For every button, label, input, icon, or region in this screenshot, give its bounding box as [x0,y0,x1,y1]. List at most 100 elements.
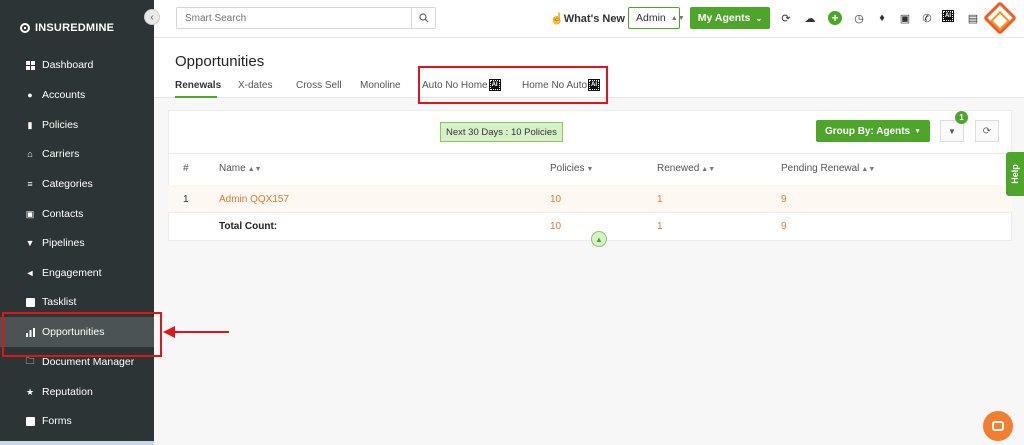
scroll-up-button[interactable]: ▲ [591,231,607,247]
sidebar-item-pipelines[interactable]: ▼ Pipelines [0,228,154,258]
pipelines-icon: ▼ [25,238,35,248]
column-label: Policies [550,163,585,174]
table-divider [168,212,1012,213]
company-logo-icon[interactable] [983,1,1017,35]
top-bar: ☝What's New Admin ▲▼ My Agents ⌄ ⟳ ☁ + ◷ ♦… [154,0,1024,38]
sidebar-item-label: Carriers [42,148,80,160]
sidebar-item-label: Document Manager [42,356,135,368]
ai-icon[interactable]: AI [942,10,954,22]
refresh-button[interactable]: ⟳ [975,120,999,142]
admin-select[interactable]: Admin ▲▼ [628,7,685,29]
row-index: 1 [183,194,189,205]
bell-icon[interactable]: ♦ [875,11,889,25]
arrow-line [174,331,229,333]
highlight-box-ai-tabs [418,66,608,104]
tab-renewals[interactable]: Renewals [175,80,221,91]
sidebar-item-accounts[interactable]: ● Accounts [0,80,154,110]
sidebar-item-engagement[interactable]: ◄ Engagement [0,258,154,288]
column-header-policies[interactable]: Policies ▼ [550,163,593,174]
document-manager-icon: 🗀 [25,356,35,366]
phone-icon[interactable]: ✆ [920,11,934,25]
search-icon [418,13,428,23]
table-row[interactable] [168,185,1012,212]
sidebar-item-label: Policies [42,119,79,131]
sidebar-item-forms[interactable]: Forms [0,406,154,436]
filter-icon: ▼ [948,126,956,136]
tab-cross-sell[interactable]: Cross Sell [296,80,342,91]
categories-icon: ≡ [27,179,33,189]
tab-monoline[interactable]: Monoline [360,80,401,91]
sort-icon: ▲▼ [247,166,262,173]
sidebar-item-label: Pipelines [42,237,85,249]
sidebar-item-label: Contacts [42,208,84,220]
sync-icon[interactable]: ⟳ [779,11,793,25]
sidebar: INSUREDMINE Dashboard ● Accounts ▮ Polic… [0,0,154,445]
chat-button[interactable] [983,411,1013,441]
chat-icon [992,421,1004,431]
document-icon[interactable]: ▤ [966,11,980,25]
table-divider [168,153,1012,154]
help-label: Help [1010,164,1021,184]
group-by-button[interactable]: Group By: Agents ▼ [816,120,930,142]
notifications-icon[interactable]: ▣ [898,11,912,25]
column-header-name[interactable]: Name ▲▼ [219,163,262,174]
dashboard-icon [25,60,35,70]
search-button[interactable] [411,8,435,28]
sidebar-item-contacts[interactable]: ▣ Contacts [0,199,154,229]
highlight-box-opportunities [2,312,162,357]
brand-name: INSUREDMINE [35,22,115,34]
sidebar-item-dashboard[interactable]: Dashboard [0,50,154,80]
renewed-count-link[interactable]: 1 [657,194,663,205]
sidebar-item-label: Dashboard [42,59,94,71]
tab-x-dates[interactable]: X-dates [238,80,272,91]
total-policies: 10 [550,221,562,232]
sidebar-item-reputation[interactable]: ★ Reputation [0,377,154,407]
column-label: Renewed [657,163,700,174]
add-icon[interactable]: + [828,11,842,25]
next-days-badge: Next 30 Days : 10 Policies [440,122,563,142]
my-agents-button[interactable]: My Agents ⌄ [690,7,770,29]
admin-select-value: Admin [636,12,666,24]
sort-icon: ▲▼ [701,166,716,173]
sidebar-collapse-button[interactable]: ‹ [144,9,160,25]
cloud-sync-icon[interactable]: ☁ [803,11,817,25]
smart-search [176,7,436,29]
whats-new-label: What's New [563,13,625,25]
sidebar-item-label: Tasklist [42,296,77,308]
caret-down-icon: ▼ [914,127,922,135]
carriers-icon: ⌂ [27,149,33,159]
hand-pointer-icon: ☝ [550,13,564,25]
help-tab[interactable]: Help [1006,152,1024,196]
insuredmine-logo-icon [20,23,30,33]
sort-icon: ▲▼ [861,166,876,173]
sidebar-item-policies[interactable]: ▮ Policies [0,110,154,140]
total-pending: 9 [781,221,787,232]
sidebar-item-label: Categories [42,178,93,190]
whats-new-link[interactable]: ☝What's New [550,12,625,25]
group-by-label: Group By: Agents [824,125,911,137]
contacts-icon: ▣ [25,208,35,219]
chevron-left-icon: ‹ [150,11,154,23]
policies-count-link[interactable]: 10 [550,194,561,205]
agent-name-link[interactable]: Admin QQX157 [219,194,289,205]
sidebar-item-categories[interactable]: ≡ Categories [0,169,154,199]
search-input[interactable] [177,8,411,28]
forms-icon [25,416,35,426]
column-header-pending-renewal[interactable]: Pending Renewal ▲▼ [781,163,875,174]
ai-badge-label: AI [945,13,951,19]
sort-desc-icon: ▼ [586,166,594,173]
tasklist-icon [25,297,35,307]
engagement-icon: ◄ [25,268,35,278]
pending-count-link[interactable]: 9 [781,194,787,205]
column-header-renewed[interactable]: Renewed ▲▼ [657,163,715,174]
reputation-icon: ★ [25,386,35,397]
clock-icon[interactable]: ◷ [852,11,866,25]
double-chevron-up-icon: ▲ [595,234,603,244]
sidebar-item-label: Forms [42,415,72,427]
brand-logo[interactable]: INSUREDMINE [20,22,114,34]
page-title: Opportunities [175,53,265,70]
sidebar-item-label: Engagement [42,267,102,279]
chevron-down-icon: ▲▼ [670,14,685,22]
sidebar-item-carriers[interactable]: ⌂ Carriers [0,139,154,169]
column-label: Name [219,163,246,174]
